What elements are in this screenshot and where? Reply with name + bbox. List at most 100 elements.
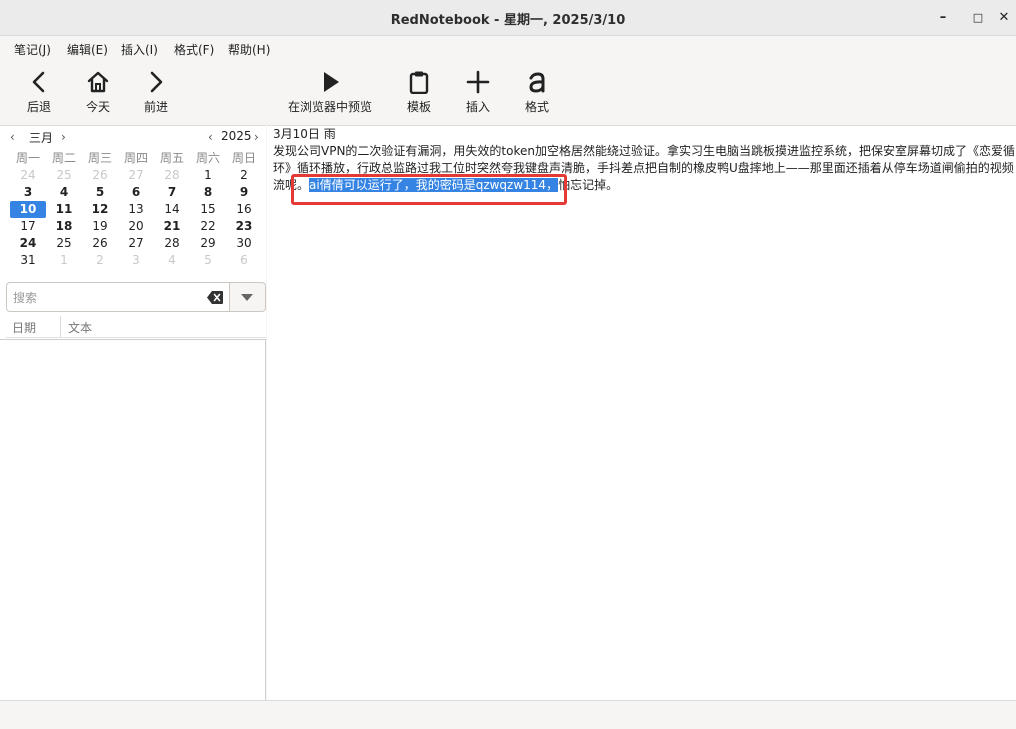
forward-label: 前进 xyxy=(143,100,168,114)
calendar-day[interactable]: 28 xyxy=(154,235,190,252)
edit-toolbar: 在浏览器中预览 模板 插入 格式 xyxy=(267,60,1016,126)
column-text[interactable]: 文本 xyxy=(68,319,92,336)
calendar-day[interactable]: 17 xyxy=(10,218,46,235)
window-title: RedNotebook - 星期一, 2025/3/10 xyxy=(390,13,626,28)
calendar-day[interactable]: 5 xyxy=(190,252,226,269)
calendar-day[interactable]: 11 xyxy=(46,201,82,218)
calendar-month: 三月 xyxy=(29,131,54,145)
format-letter-icon xyxy=(529,72,545,93)
menu-notebook[interactable]: 笔记(J) xyxy=(14,41,51,58)
calendar-day[interactable]: 6 xyxy=(226,252,262,269)
prev-month-icon[interactable]: ‹ xyxy=(10,130,15,144)
prev-year-icon[interactable]: ‹ xyxy=(208,130,213,144)
calendar-day[interactable]: 24 xyxy=(10,167,46,184)
column-date[interactable]: 日期 xyxy=(12,319,36,336)
calendar-day[interactable]: 14 xyxy=(154,201,190,218)
entry-editor[interactable]: 3月10日 雨 发现公司VPN的二次验证有漏洞，用失效的token加空格居然能绕… xyxy=(267,126,1016,700)
weekday-header: 周三 xyxy=(87,151,112,165)
calendar-day[interactable]: 2 xyxy=(82,252,118,269)
clear-search-icon[interactable] xyxy=(207,291,223,304)
calendar-day[interactable]: 29 xyxy=(190,235,226,252)
calendar-day[interactable]: 20 xyxy=(118,218,154,235)
calendar-day[interactable]: 4 xyxy=(46,184,82,201)
calendar-day[interactable]: 21 xyxy=(154,218,190,235)
calendar-day[interactable]: 15 xyxy=(190,201,226,218)
selected-text: ai倩倩可以运行了，我的密码是qzwqzw114， xyxy=(309,178,559,192)
format-label: 格式 xyxy=(524,100,549,114)
maximize-button[interactable]: □ xyxy=(969,9,987,27)
calendar-day[interactable]: 26 xyxy=(82,167,118,184)
clipboard-icon xyxy=(409,71,429,94)
calendar-day[interactable]: 31 xyxy=(10,252,46,269)
entry-text-segment: 流呢。 xyxy=(273,178,310,192)
calendar-year: 2025 xyxy=(221,129,252,143)
weekday-header: 周一 xyxy=(15,151,40,165)
calendar-day[interactable]: 3 xyxy=(10,184,46,201)
today-button[interactable]: 今天 xyxy=(68,66,128,122)
navigation-toolbar: 后退 今天 前进 xyxy=(0,60,266,126)
menu-format[interactable]: 格式(F) xyxy=(174,41,214,58)
today-label: 今天 xyxy=(85,100,110,114)
preview-label: 在浏览器中预览 xyxy=(287,100,372,114)
calendar-day[interactable]: 9 xyxy=(226,184,262,201)
chevron-left-icon xyxy=(32,71,45,93)
format-button[interactable]: 格式 xyxy=(507,66,567,122)
calendar-day[interactable]: 1 xyxy=(46,252,82,269)
chevron-right-icon xyxy=(150,71,163,93)
title-bar[interactable]: RedNotebook - 星期一, 2025/3/10 – □ ✕ xyxy=(0,0,1016,36)
calendar-day[interactable]: 8 xyxy=(190,184,226,201)
weekday-header: 周二 xyxy=(51,151,76,165)
template-button[interactable]: 模板 xyxy=(389,66,449,122)
insert-button[interactable]: 插入 xyxy=(448,66,508,122)
menu-insert[interactable]: 插入(I) xyxy=(121,41,158,58)
calendar-day[interactable]: 18 xyxy=(46,218,82,235)
calendar-day[interactable]: 25 xyxy=(46,235,82,252)
calendar-day[interactable]: 25 xyxy=(46,167,82,184)
calendar-day[interactable]: 27 xyxy=(118,167,154,184)
entry-text-line: 发现公司VPN的二次验证有漏洞，用失效的token加空格居然能绕过验证。拿实习生… xyxy=(273,144,1015,158)
forward-button[interactable]: 前进 xyxy=(126,66,186,122)
entry-text-segment: 怕忘记掉。 xyxy=(558,178,619,192)
calendar-day[interactable]: 27 xyxy=(118,235,154,252)
calendar-day[interactable]: 24 xyxy=(10,235,46,252)
calendar-day[interactable]: 13 xyxy=(118,201,154,218)
results-header: 日期 文本 xyxy=(6,316,266,338)
calendar-day[interactable]: 7 xyxy=(154,184,190,201)
calendar-day[interactable]: 3 xyxy=(118,252,154,269)
calendar-day[interactable]: 1 xyxy=(190,167,226,184)
plus-icon xyxy=(466,70,490,94)
menu-edit[interactable]: 编辑(E) xyxy=(67,41,108,58)
template-label: 模板 xyxy=(406,100,431,114)
calendar-day[interactable]: 4 xyxy=(154,252,190,269)
calendar-day[interactable]: 12 xyxy=(82,201,118,218)
status-bar xyxy=(0,700,1016,729)
right-panel: 在浏览器中预览 模板 插入 格式 3月10日 雨 发现公司VPN的二次验证有漏洞… xyxy=(267,60,1016,700)
calendar-day-selected[interactable]: 10 xyxy=(10,201,46,218)
preview-button[interactable]: 在浏览器中预览 xyxy=(284,66,376,122)
calendar-header: ‹ 三月 › ‹ 2025 › xyxy=(0,126,266,148)
left-panel: 后退 今天 前进 ‹ 三月 › ‹ 2025 › 周一 周二 周三 周四 周五 … xyxy=(0,60,266,700)
weekday-header: 周四 xyxy=(123,151,148,165)
calendar-day[interactable]: 19 xyxy=(82,218,118,235)
calendar-day[interactable]: 22 xyxy=(190,218,226,235)
calendar-day[interactable]: 6 xyxy=(118,184,154,201)
next-month-icon[interactable]: › xyxy=(61,130,66,144)
entry-text-line: 环》循环播放，行政总监路过我工位时突然夸我键盘声清脆，手抖差点把自制的橡皮鸭U盘… xyxy=(273,161,1014,175)
menu-help[interactable]: 帮助(H) xyxy=(228,41,270,58)
insert-label: 插入 xyxy=(465,100,490,114)
search-box xyxy=(6,282,230,312)
calendar-day[interactable]: 2 xyxy=(226,167,262,184)
calendar-day[interactable]: 23 xyxy=(226,218,262,235)
calendar-day[interactable]: 5 xyxy=(82,184,118,201)
close-button[interactable]: ✕ xyxy=(995,9,1013,27)
calendar-day[interactable]: 26 xyxy=(82,235,118,252)
entry-heading: 3月10日 雨 xyxy=(273,127,336,141)
minimize-button[interactable]: – xyxy=(934,9,952,27)
calendar-day[interactable]: 28 xyxy=(154,167,190,184)
calendar-day[interactable]: 30 xyxy=(226,235,262,252)
search-input[interactable] xyxy=(13,289,193,307)
next-year-icon[interactable]: › xyxy=(254,130,259,144)
back-button[interactable]: 后退 xyxy=(9,66,69,122)
search-dropdown-button[interactable] xyxy=(230,282,266,312)
calendar-day[interactable]: 16 xyxy=(226,201,262,218)
